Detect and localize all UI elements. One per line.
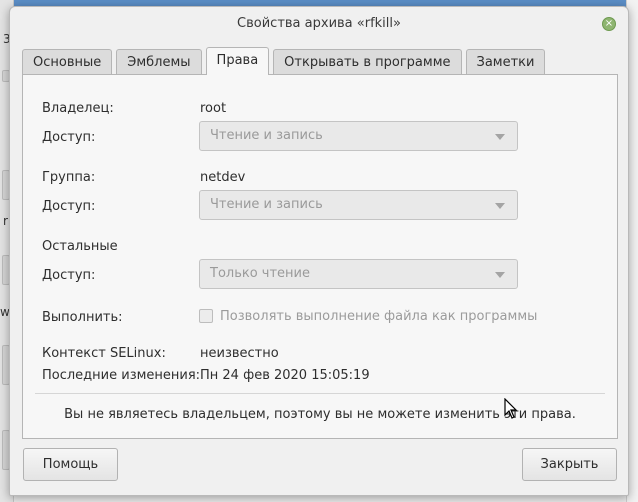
permission-notice: Вы не являетесь владельцем, поэтому вы н… xyxy=(64,407,576,422)
chevron-down-icon xyxy=(495,272,505,278)
group-access-dropdown[interactable]: Чтение и запись xyxy=(199,190,518,220)
close-button[interactable]: Закрыть xyxy=(522,448,617,481)
others-access-dropdown[interactable]: Только чтение xyxy=(199,259,518,289)
owner-access-value: Чтение и запись xyxy=(210,128,323,143)
tab-basic[interactable]: Основные xyxy=(22,49,113,75)
chevron-down-icon xyxy=(495,134,505,140)
execute-checkbox-label[interactable]: Позволять выполнение файла как программы xyxy=(220,309,537,324)
group-access-label: Доступ: xyxy=(42,199,96,214)
mouse-cursor-icon xyxy=(504,398,518,419)
divider xyxy=(35,393,605,394)
execute-checkbox[interactable] xyxy=(199,309,213,323)
others-label: Остальные xyxy=(42,239,118,254)
chevron-down-icon xyxy=(495,203,505,209)
group-label: Группа: xyxy=(42,170,96,185)
owner-access-label: Доступ: xyxy=(42,130,96,145)
owner-label: Владелец: xyxy=(42,101,114,116)
tab-bar: Основные Эмблемы Права Открывать в прогр… xyxy=(22,47,549,75)
selinux-value: неизвестно xyxy=(200,346,279,361)
owner-access-dropdown[interactable]: Чтение и запись xyxy=(199,121,518,151)
owner-value: root xyxy=(200,101,227,116)
close-icon[interactable]: × xyxy=(602,17,616,31)
tab-permissions[interactable]: Права xyxy=(205,47,270,75)
others-access-value: Только чтение xyxy=(210,266,311,281)
group-value: netdev xyxy=(200,170,246,185)
selinux-label: Контекст SELinux: xyxy=(42,346,166,361)
properties-dialog: Свойства архива «rfkill» × Основные Эмбл… xyxy=(9,6,629,496)
help-button[interactable]: Помощь xyxy=(23,448,118,481)
execute-label: Выполнить: xyxy=(42,310,123,325)
permissions-panel: Владелец: root Доступ: Чтение и запись Г… xyxy=(22,74,618,439)
background-text: r xyxy=(3,214,8,228)
dialog-title: Свойства архива «rfkill» xyxy=(237,16,401,31)
tab-open-with[interactable]: Открывать в программе xyxy=(273,49,462,75)
modified-value: Пн 24 фев 2020 15:05:19 xyxy=(200,368,370,383)
tab-notes[interactable]: Заметки xyxy=(465,49,546,75)
modified-label: Последние изменения: xyxy=(42,368,201,383)
others-access-label: Доступ: xyxy=(42,268,96,283)
group-access-value: Чтение и запись xyxy=(210,197,323,212)
tab-emblems[interactable]: Эмблемы xyxy=(116,49,202,75)
